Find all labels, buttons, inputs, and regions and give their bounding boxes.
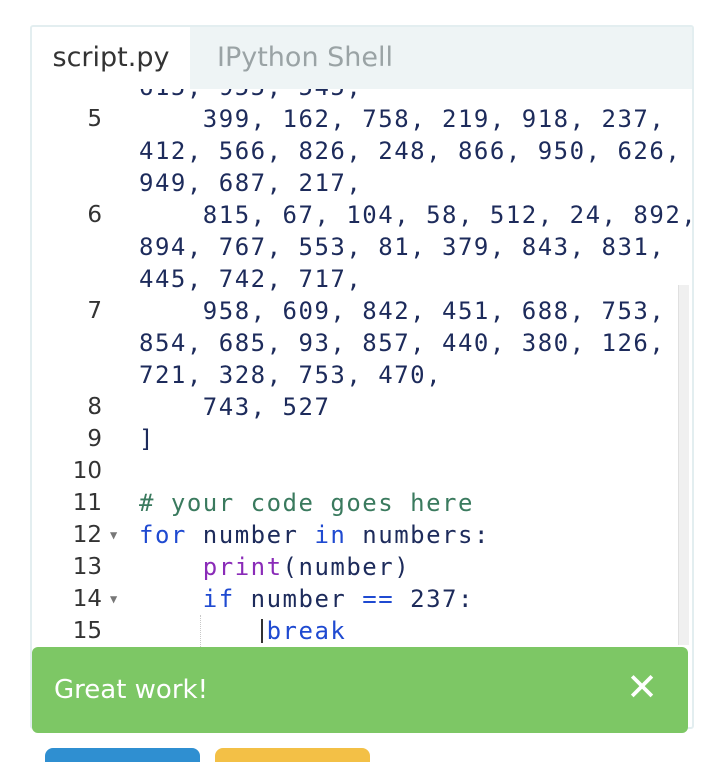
code-line: 13 print(number) xyxy=(32,551,692,583)
fold-arrow-icon[interactable]: ▼ xyxy=(110,519,117,551)
code-line: 5 399, 162, 758, 219, 918, 237, xyxy=(32,103,692,135)
code-text: 721, 328, 753, 470, xyxy=(139,361,443,389)
line-number: 15 xyxy=(72,618,102,644)
code-editor[interactable]: 615, 955, 545, 5 399, 162, 758, 219, 918… xyxy=(32,89,692,649)
line-number: 6 xyxy=(87,202,102,228)
fold-arrow-icon[interactable]: ▼ xyxy=(110,583,117,615)
code-line: 721, 328, 753, 470, xyxy=(32,359,692,391)
line-number: 9 xyxy=(87,426,102,452)
code-line: 11 # your code goes here xyxy=(32,487,692,519)
code-text: 949, 687, 217, xyxy=(139,169,363,197)
line-number: 7 xyxy=(87,298,102,324)
code-text: 615, 955, 545, xyxy=(139,89,362,103)
editor-tabs: script.py IPython Shell xyxy=(32,27,692,89)
line-number: 14 xyxy=(72,586,102,612)
code-line: 445, 742, 717, xyxy=(32,263,692,295)
code-line: 894, 767, 553, 81, 379, 843, 831, xyxy=(32,231,692,263)
code-comment: # your code goes here xyxy=(139,489,474,517)
code-text: 412, 566, 826, 248, 866, 950, 626, xyxy=(139,137,682,165)
code-text: 815, 67, 104, 58, 512, 24, 892, xyxy=(139,201,692,229)
bottom-button-left[interactable] xyxy=(45,748,200,762)
line-number: 5 xyxy=(87,106,102,132)
editor-panel: script.py IPython Shell 615, 955, 545, 5… xyxy=(30,25,694,729)
code-line: 412, 566, 826, 248, 866, 950, 626, xyxy=(32,135,692,167)
line-number: 10 xyxy=(72,458,102,484)
tab-script-py[interactable]: script.py xyxy=(32,27,190,89)
code-text: if number == 237: xyxy=(202,585,474,613)
close-icon[interactable]: ✕ xyxy=(626,647,658,729)
code-line: 8 743, 527 xyxy=(32,391,692,423)
code-text: print(number) xyxy=(202,553,411,581)
code-line: 854, 685, 93, 857, 440, 380, 126, xyxy=(32,327,692,359)
toast-message: Great work! xyxy=(54,675,208,705)
code-text: break xyxy=(266,617,347,645)
code-text: 743, 527 xyxy=(139,393,331,421)
line-number: 13 xyxy=(72,554,102,580)
code-text: 894, 767, 553, 81, 379, 843, 831, xyxy=(139,233,666,261)
code-line: 15 break xyxy=(32,615,692,647)
bottom-button-right[interactable] xyxy=(215,748,370,762)
line-number: 11 xyxy=(72,490,102,516)
code-text: 958, 609, 842, 451, 688, 753, xyxy=(139,297,666,325)
code-line: 6 815, 67, 104, 58, 512, 24, 892, xyxy=(32,199,692,231)
success-toast: Great work! ✕ xyxy=(32,647,688,733)
code-line-partial: 615, 955, 545, xyxy=(32,89,692,103)
code-line: 10 xyxy=(32,455,692,487)
code-text: ] xyxy=(139,425,155,453)
code-text: 445, 742, 717, xyxy=(139,265,363,293)
code-line: 12 ▼ for number in numbers: xyxy=(32,519,692,551)
code-text: 854, 685, 93, 857, 440, 380, 126, xyxy=(139,329,666,357)
editor-scrollbar[interactable] xyxy=(678,285,689,645)
tab-ipython-shell[interactable]: IPython Shell xyxy=(217,27,393,89)
code-line: 949, 687, 217, xyxy=(32,167,692,199)
code-line: 14 ▼ if number == 237: xyxy=(32,583,692,615)
code-line: 7 958, 609, 842, 451, 688, 753, xyxy=(32,295,692,327)
code-line: 9 ] xyxy=(32,423,692,455)
code-text: 399, 162, 758, 219, 918, 237, xyxy=(139,105,666,133)
line-number: 12 xyxy=(72,522,102,548)
line-number: 8 xyxy=(87,394,102,420)
code-text: for number in numbers: xyxy=(139,521,490,549)
